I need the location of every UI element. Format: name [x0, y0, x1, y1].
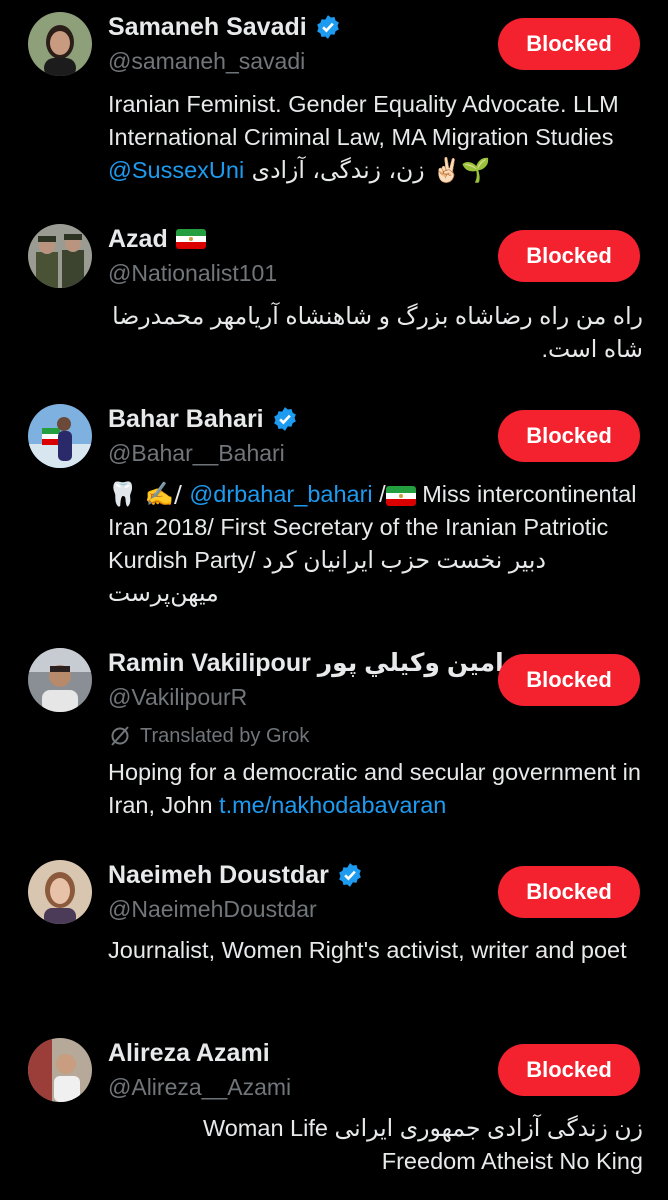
display-name[interactable]: Naeimeh Doustdar [108, 861, 329, 890]
display-name[interactable]: Ramin Vakilipour رامين وكيلي پور [108, 648, 518, 678]
user-handle[interactable]: @VakilipourR [108, 684, 247, 711]
avatar[interactable] [28, 12, 92, 76]
account-row-ramin-vakilipour[interactable]: Ramin Vakilipour رامين وكيلي پور @Vakili… [0, 636, 668, 848]
verified-badge-icon [337, 862, 363, 888]
account-row-bahar-bahari[interactable]: Bahar Bahari @Bahar__Bahari Blocked 🦷 ✍️… [0, 392, 668, 636]
blocked-button[interactable]: Blocked [498, 410, 640, 462]
verified-badge-icon [272, 406, 298, 432]
bio: Hoping for a democratic and secular gove… [108, 756, 643, 822]
blocked-button[interactable]: Blocked [498, 18, 640, 70]
bio-text-separator: / [372, 481, 386, 507]
iran-flag-icon [175, 229, 206, 249]
display-name[interactable]: Alireza Azami [108, 1039, 270, 1068]
iran-flag-icon [385, 485, 416, 506]
user-handle[interactable]: @NaeimehDoustdar [108, 896, 317, 923]
blocked-button[interactable]: Blocked [498, 866, 640, 918]
avatar[interactable] [28, 860, 92, 924]
display-name[interactable]: Samaneh Savadi [108, 13, 307, 42]
blocked-accounts-list: Samaneh Savadi @samaneh_savadi Blocked I… [0, 0, 668, 1200]
bio-mention-link[interactable]: @SussexUni [108, 157, 244, 183]
translated-by-grok[interactable]: Translated by Grok [108, 724, 309, 748]
account-row-samaneh-savadi[interactable]: Samaneh Savadi @samaneh_savadi Blocked I… [0, 0, 668, 212]
bio: 🦷 ✍️/ @drbahar_bahari / Miss intercontin… [108, 478, 643, 610]
bio-text-persian: زن، زندگی، آزادی ✌🏻🌱 [244, 156, 491, 184]
account-row-naeimeh-doustdar[interactable]: Naeimeh Doustdar @NaeimehDoustdar Blocke… [0, 848, 668, 1026]
translated-label: Translated by Grok [140, 724, 310, 747]
blocked-button[interactable]: Blocked [498, 654, 640, 706]
bio: راه من راه رضاشاه بزرگ و شاهنشاه آریامهر… [112, 303, 643, 362]
grok-icon [108, 724, 132, 748]
bio: زن زندگی آزادی جمهوری ایرانی Woman Life … [202, 1115, 643, 1174]
bio: Journalist, Women Right's activist, writ… [108, 937, 627, 963]
user-handle[interactable]: @Nationalist101 [108, 260, 277, 287]
account-row-alireza-azami[interactable]: Alireza Azami @Alireza__Azami Blocked زن… [0, 1026, 668, 1200]
avatar[interactable] [28, 1038, 92, 1102]
account-row-azad[interactable]: Azad @Nationalist101 Blocked راه من راه … [0, 212, 668, 392]
display-name[interactable]: Bahar Bahari [108, 405, 264, 434]
avatar[interactable] [28, 224, 92, 288]
bio-mention-link[interactable]: @drbahar_bahari [189, 481, 372, 507]
bio-text: Iranian Feminist. Gender Equality Advoca… [108, 91, 619, 150]
blocked-button[interactable]: Blocked [498, 230, 640, 282]
user-handle[interactable]: @samaneh_savadi [108, 48, 305, 75]
user-handle[interactable]: @Bahar__Bahari [108, 440, 285, 467]
bio-url-link[interactable]: t.me/nakhodabavaran [219, 792, 446, 818]
blocked-button[interactable]: Blocked [498, 1044, 640, 1096]
display-name[interactable]: Azad [108, 225, 168, 254]
avatar[interactable] [28, 404, 92, 468]
user-handle[interactable]: @Alireza__Azami [108, 1074, 291, 1101]
avatar[interactable] [28, 648, 92, 712]
bio: Iranian Feminist. Gender Equality Advoca… [108, 88, 643, 187]
verified-badge-icon [315, 14, 341, 40]
bio-text: 🦷 ✍️/ [108, 480, 190, 508]
